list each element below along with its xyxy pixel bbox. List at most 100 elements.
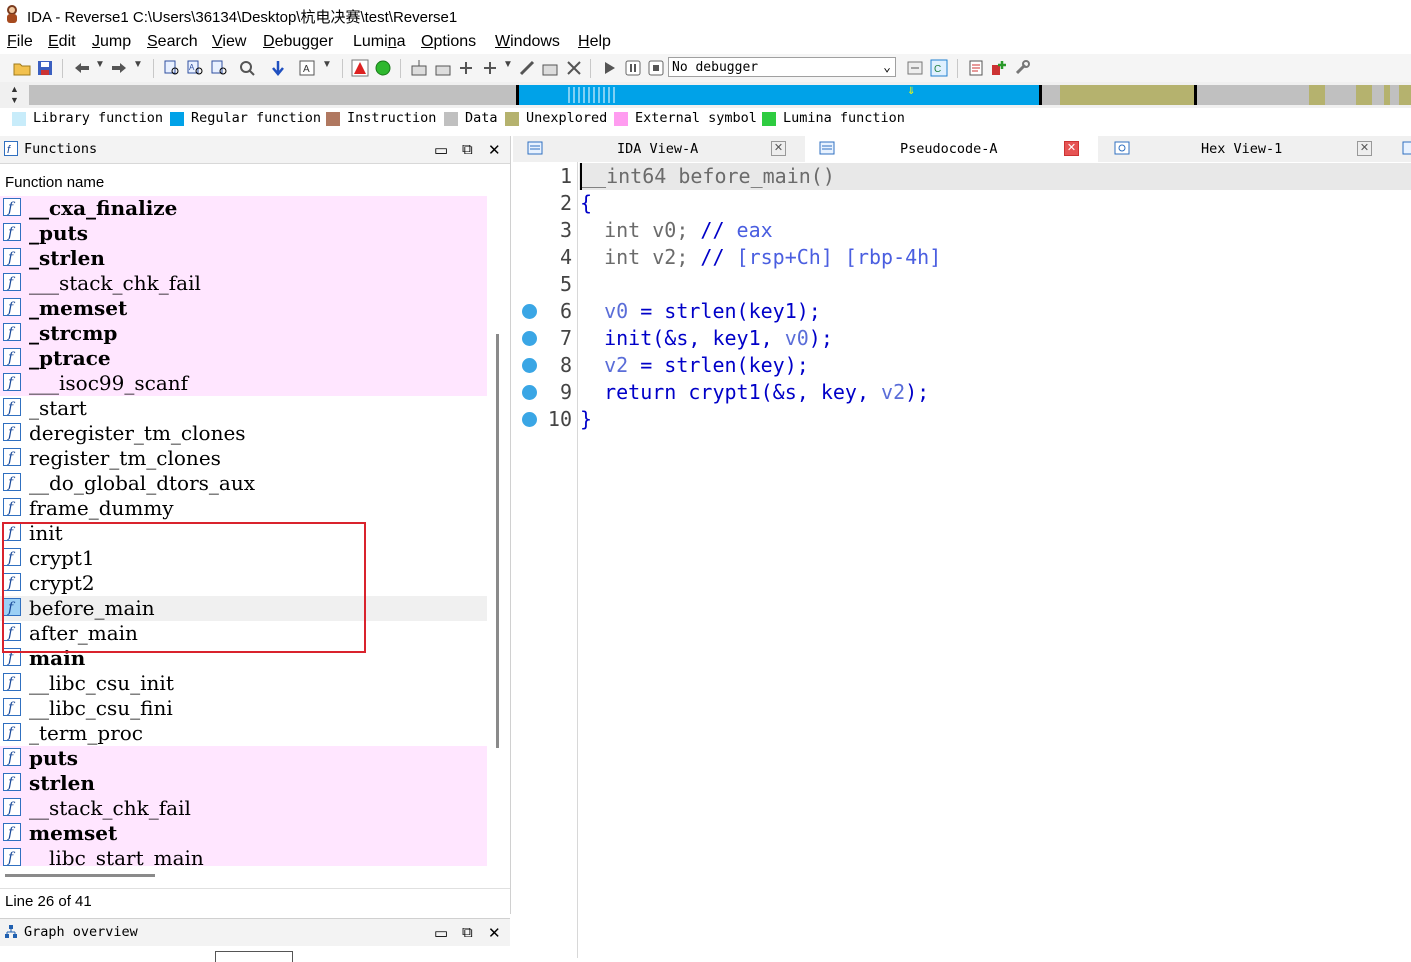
maximize-icon[interactable]: ▭ xyxy=(434,141,448,159)
close-icon[interactable]: ✕ xyxy=(488,141,501,159)
tab-close-icon[interactable]: ✕ xyxy=(771,141,786,156)
patch-icon[interactable] xyxy=(518,59,536,77)
function-row-memset[interactable]: f _memset xyxy=(0,296,487,321)
function-row-libc-csu-init[interactable]: f __libc_csu_init xyxy=(0,671,487,696)
tab-close-icon[interactable]: ✕ xyxy=(1064,141,1079,156)
tools-icon[interactable] xyxy=(1013,59,1031,77)
navigation-band[interactable]: ▲ ▼ ⇓ xyxy=(0,82,1411,108)
struct-icon[interactable] xyxy=(541,59,559,77)
function-row-stack-chk-fail[interactable]: f __stack_chk_fail xyxy=(0,796,487,821)
function-row-puts[interactable]: f _puts xyxy=(0,221,487,246)
function-row-deregister-tm-clones[interactable]: f deregister_tm_clones xyxy=(0,421,487,446)
debugger-select[interactable]: No debugger ⌄ xyxy=(668,57,896,77)
nav-arrows-icon[interactable]: ▲ ▼ xyxy=(10,84,19,106)
breakpoint-dot-icon[interactable] xyxy=(522,385,537,400)
menu-search[interactable]: Search xyxy=(147,33,198,51)
code-line[interactable]: } xyxy=(580,406,592,433)
function-row-start[interactable]: f _start xyxy=(0,396,487,421)
warning-triangle-icon[interactable] xyxy=(351,59,369,77)
code-line[interactable]: { xyxy=(580,190,592,217)
function-row-memset[interactable]: f memset xyxy=(0,821,487,846)
menu-options[interactable]: Options xyxy=(421,33,476,51)
line-number[interactable]: 10 xyxy=(512,406,572,433)
notepad-icon[interactable] xyxy=(967,59,985,77)
code-line[interactable]: return crypt1(&s, key, v2); xyxy=(580,379,929,406)
add-icon[interactable] xyxy=(457,59,475,77)
line-number[interactable]: 7 xyxy=(512,325,572,352)
pause-icon[interactable] xyxy=(624,59,642,77)
jump-down-icon[interactable] xyxy=(269,59,287,77)
edit-function-icon[interactable] xyxy=(434,59,452,77)
function-row-frame-dummy[interactable]: f frame_dummy xyxy=(0,496,487,521)
function-row-term-proc[interactable]: f _term_proc xyxy=(0,721,487,746)
overflow-tab-icon[interactable] xyxy=(1402,140,1411,156)
stop-icon[interactable] xyxy=(647,59,665,77)
function-row-libc-start-main[interactable]: f __libc_start_main xyxy=(0,846,487,866)
tab-hex-view-1[interactable]: Hex View-1 ✕ xyxy=(1100,136,1390,162)
code-line[interactable]: init(&s, key1, v0); xyxy=(580,325,833,352)
search-next-icon[interactable] xyxy=(238,59,256,77)
function-row-cxa-finalize[interactable]: f __cxa_finalize xyxy=(0,196,487,221)
line-number[interactable]: 6 xyxy=(512,298,572,325)
menu-jump[interactable]: Jump xyxy=(92,33,131,51)
immediate-search-icon[interactable] xyxy=(210,59,228,77)
play-icon[interactable] xyxy=(600,59,618,77)
function-row-libc-csu-fini[interactable]: f __libc_csu_fini xyxy=(0,696,487,721)
function-row-strlen[interactable]: f _strlen xyxy=(0,246,487,271)
horizontal-scrollbar[interactable] xyxy=(5,874,155,877)
menu-view[interactable]: View xyxy=(212,33,246,51)
plugin-add-icon[interactable] xyxy=(990,59,1008,77)
graph-viewport-box[interactable] xyxy=(215,951,293,962)
tab-ida-view-a[interactable]: IDA View-A ✕ xyxy=(513,136,803,162)
line-number[interactable]: 4 xyxy=(512,244,572,271)
open-folder-icon[interactable] xyxy=(13,59,31,77)
menu-help[interactable]: Help xyxy=(578,33,611,51)
menu-lumina[interactable]: Lumina xyxy=(353,33,406,51)
attach-icon[interactable] xyxy=(906,59,924,77)
breakpoint-dot-icon[interactable] xyxy=(522,412,537,427)
menu-edit[interactable]: Edit xyxy=(48,33,76,51)
plus-icon[interactable] xyxy=(481,59,499,77)
forward-dropdown-icon[interactable]: ▼ xyxy=(133,59,143,70)
close-x-icon[interactable] xyxy=(565,59,583,77)
breakpoint-dot-icon[interactable] xyxy=(522,331,537,346)
navigation-strip[interactable]: ⇓ xyxy=(29,85,1411,105)
pseudocode-view[interactable] xyxy=(513,162,1411,958)
line-number[interactable]: 8 xyxy=(512,352,572,379)
function-row-strlen[interactable]: f strlen xyxy=(0,771,487,796)
function-row-strcmp[interactable]: f _strcmp xyxy=(0,321,487,346)
function-row-register-tm-clones[interactable]: f register_tm_clones xyxy=(0,446,487,471)
float-window-icon[interactable]: ⧉ xyxy=(462,141,473,158)
function-row-stack-chk-fail[interactable]: f ___stack_chk_fail xyxy=(0,271,487,296)
line-number[interactable]: 9 xyxy=(512,379,572,406)
tab-pseudocode-a[interactable]: Pseudocode-A ✕ xyxy=(805,136,1098,162)
back-arrow-icon[interactable] xyxy=(73,59,91,77)
plus-dropdown-icon[interactable]: ▼ xyxy=(503,59,513,70)
menu-windows[interactable]: Windows xyxy=(495,33,560,51)
line-number[interactable]: 3 xyxy=(512,217,572,244)
binary-search-icon[interactable] xyxy=(163,59,181,77)
code-line[interactable]: int v2; // [rsp+Ch] [rbp-4h] xyxy=(580,244,941,271)
back-dropdown-icon[interactable]: ▼ xyxy=(95,59,105,70)
function-row-do-global-dtors-aux[interactable]: f __do_global_dtors_aux xyxy=(0,471,487,496)
tab-close-icon[interactable]: ✕ xyxy=(1357,141,1372,156)
column-header-function-name[interactable]: Function name xyxy=(5,174,104,191)
close-icon[interactable]: ✕ xyxy=(488,924,501,942)
code-line[interactable]: int v0; // eax xyxy=(580,217,773,244)
function-row-ptrace[interactable]: f _ptrace xyxy=(0,346,487,371)
breakpoint-dot-icon[interactable] xyxy=(522,358,537,373)
create-function-icon[interactable] xyxy=(410,59,428,77)
function-row-puts[interactable]: f puts xyxy=(0,746,487,771)
line-number[interactable]: 5 xyxy=(512,271,572,298)
maximize-icon[interactable]: ▭ xyxy=(434,924,448,942)
text-search-icon[interactable]: A xyxy=(186,59,204,77)
graph-view-icon[interactable]: C xyxy=(930,59,948,77)
text-format-icon[interactable]: A xyxy=(298,59,316,77)
forward-arrow-icon[interactable] xyxy=(110,59,128,77)
save-icon[interactable] xyxy=(36,59,54,77)
menu-debugger[interactable]: Debugger xyxy=(263,33,333,51)
breakpoint-dot-icon[interactable] xyxy=(522,304,537,319)
vertical-scrollbar[interactable] xyxy=(496,334,499,748)
line-number[interactable]: 1 xyxy=(512,163,572,190)
menu-file[interactable]: File xyxy=(7,33,33,51)
